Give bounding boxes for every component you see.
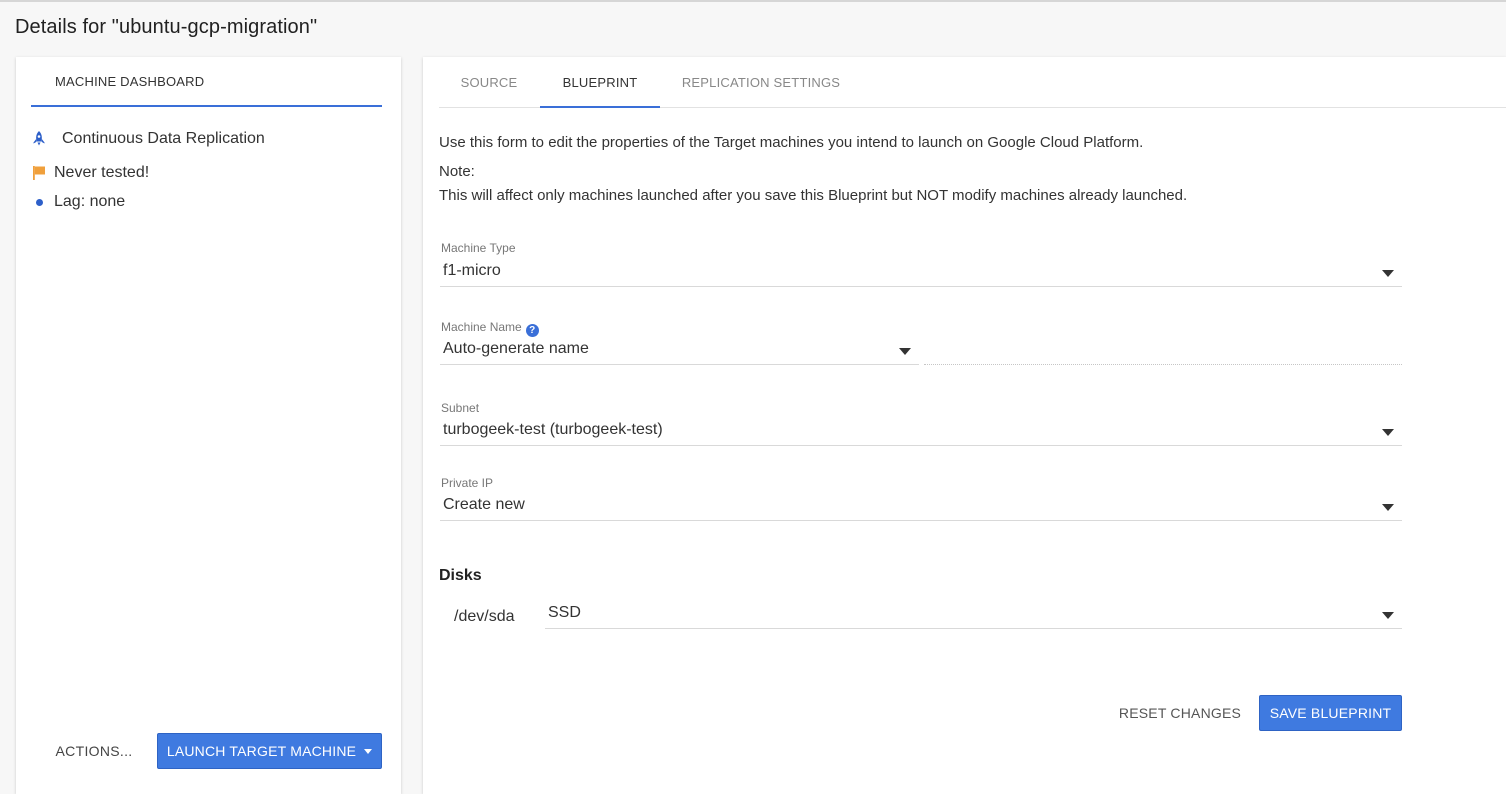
machine-name-value: Auto-generate name [443,340,589,357]
status-lag: Lag: none [30,193,125,211]
test-label: Never tested! [54,164,150,181]
details-panel: SOURCE BLUEPRINT REPLICATION SETTINGS Us… [423,57,1506,794]
machine-name-select[interactable]: Auto-generate name [440,335,919,365]
machine-type-value: f1-micro [443,262,501,279]
private-ip-value: Create new [443,496,525,513]
tab-source[interactable]: SOURCE [439,57,539,108]
top-divider [0,0,1506,2]
dot-icon [30,193,48,211]
replication-label: Continuous Data Replication [62,130,265,147]
blueprint-note: Note: This will affect only machines lau… [439,160,1187,208]
tab-blueprint[interactable]: BLUEPRINT [540,57,660,108]
lag-label: Lag: none [54,193,126,210]
machine-type-label: Machine Type [441,241,516,255]
reset-changes-button[interactable]: RESET CHANGES [1113,695,1247,731]
actions-button[interactable]: ACTIONS... [42,735,146,767]
rocket-icon [30,130,48,148]
private-ip-select[interactable]: Create new [440,491,1402,521]
page-title: Details for "ubuntu-gcp-migration" [15,16,318,38]
custom-name-input[interactable] [924,339,1402,365]
disk-type-value: SSD [548,604,581,621]
dropdown-arrow-icon [1382,270,1394,277]
subnet-label: Subnet [441,401,480,415]
dropdown-arrow-icon [1382,612,1394,619]
status-replication: Continuous Data Replication [30,130,265,148]
machine-dashboard-panel: MACHINE DASHBOARD Continuous Data Replic… [16,57,401,794]
dropdown-arrow-icon [899,348,911,355]
status-test: Never tested! [30,164,149,182]
disks-title: Disks [439,567,482,584]
launch-button-label: LAUNCH TARGET MACHINE [166,743,357,759]
private-ip-label: Private IP [441,476,494,490]
tab-machine-dashboard[interactable]: MACHINE DASHBOARD [31,57,382,107]
dropdown-arrow-icon [1382,504,1394,511]
note-text: This will affect only machines launched … [439,187,1188,204]
machine-name-label: Machine Name [441,320,522,334]
dropdown-arrow-icon [1382,429,1394,436]
machine-type-select[interactable]: f1-micro [440,257,1402,287]
disk-device-name: /dev/sda [454,608,515,625]
subnet-select[interactable]: turbogeek-test (turbogeek-test) [440,416,1402,446]
blueprint-intro: Use this form to edit the properties of … [439,134,1144,151]
tab-replication-settings[interactable]: REPLICATION SETTINGS [661,57,861,108]
note-title: Note: [439,163,475,180]
flag-icon [30,164,48,182]
tab-bar: SOURCE BLUEPRINT REPLICATION SETTINGS [439,57,1506,108]
caret-down-icon [364,748,373,754]
disk-type-select[interactable]: SSD [545,599,1402,629]
subnet-value: turbogeek-test (turbogeek-test) [443,421,663,438]
save-blueprint-button[interactable]: SAVE BLUEPRINT [1259,695,1402,731]
launch-target-machine-button[interactable]: LAUNCH TARGET MACHINE [157,733,382,769]
